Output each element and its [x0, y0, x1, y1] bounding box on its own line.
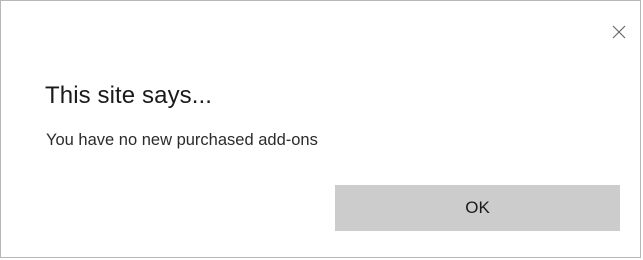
close-icon	[612, 25, 626, 39]
dialog-message: You have no new purchased add-ons	[46, 131, 318, 149]
close-button[interactable]	[606, 19, 632, 45]
ok-button[interactable]: OK	[335, 185, 620, 231]
dialog-title: This site says...	[45, 82, 213, 109]
alert-dialog: This site says... You have no new purcha…	[0, 0, 641, 258]
